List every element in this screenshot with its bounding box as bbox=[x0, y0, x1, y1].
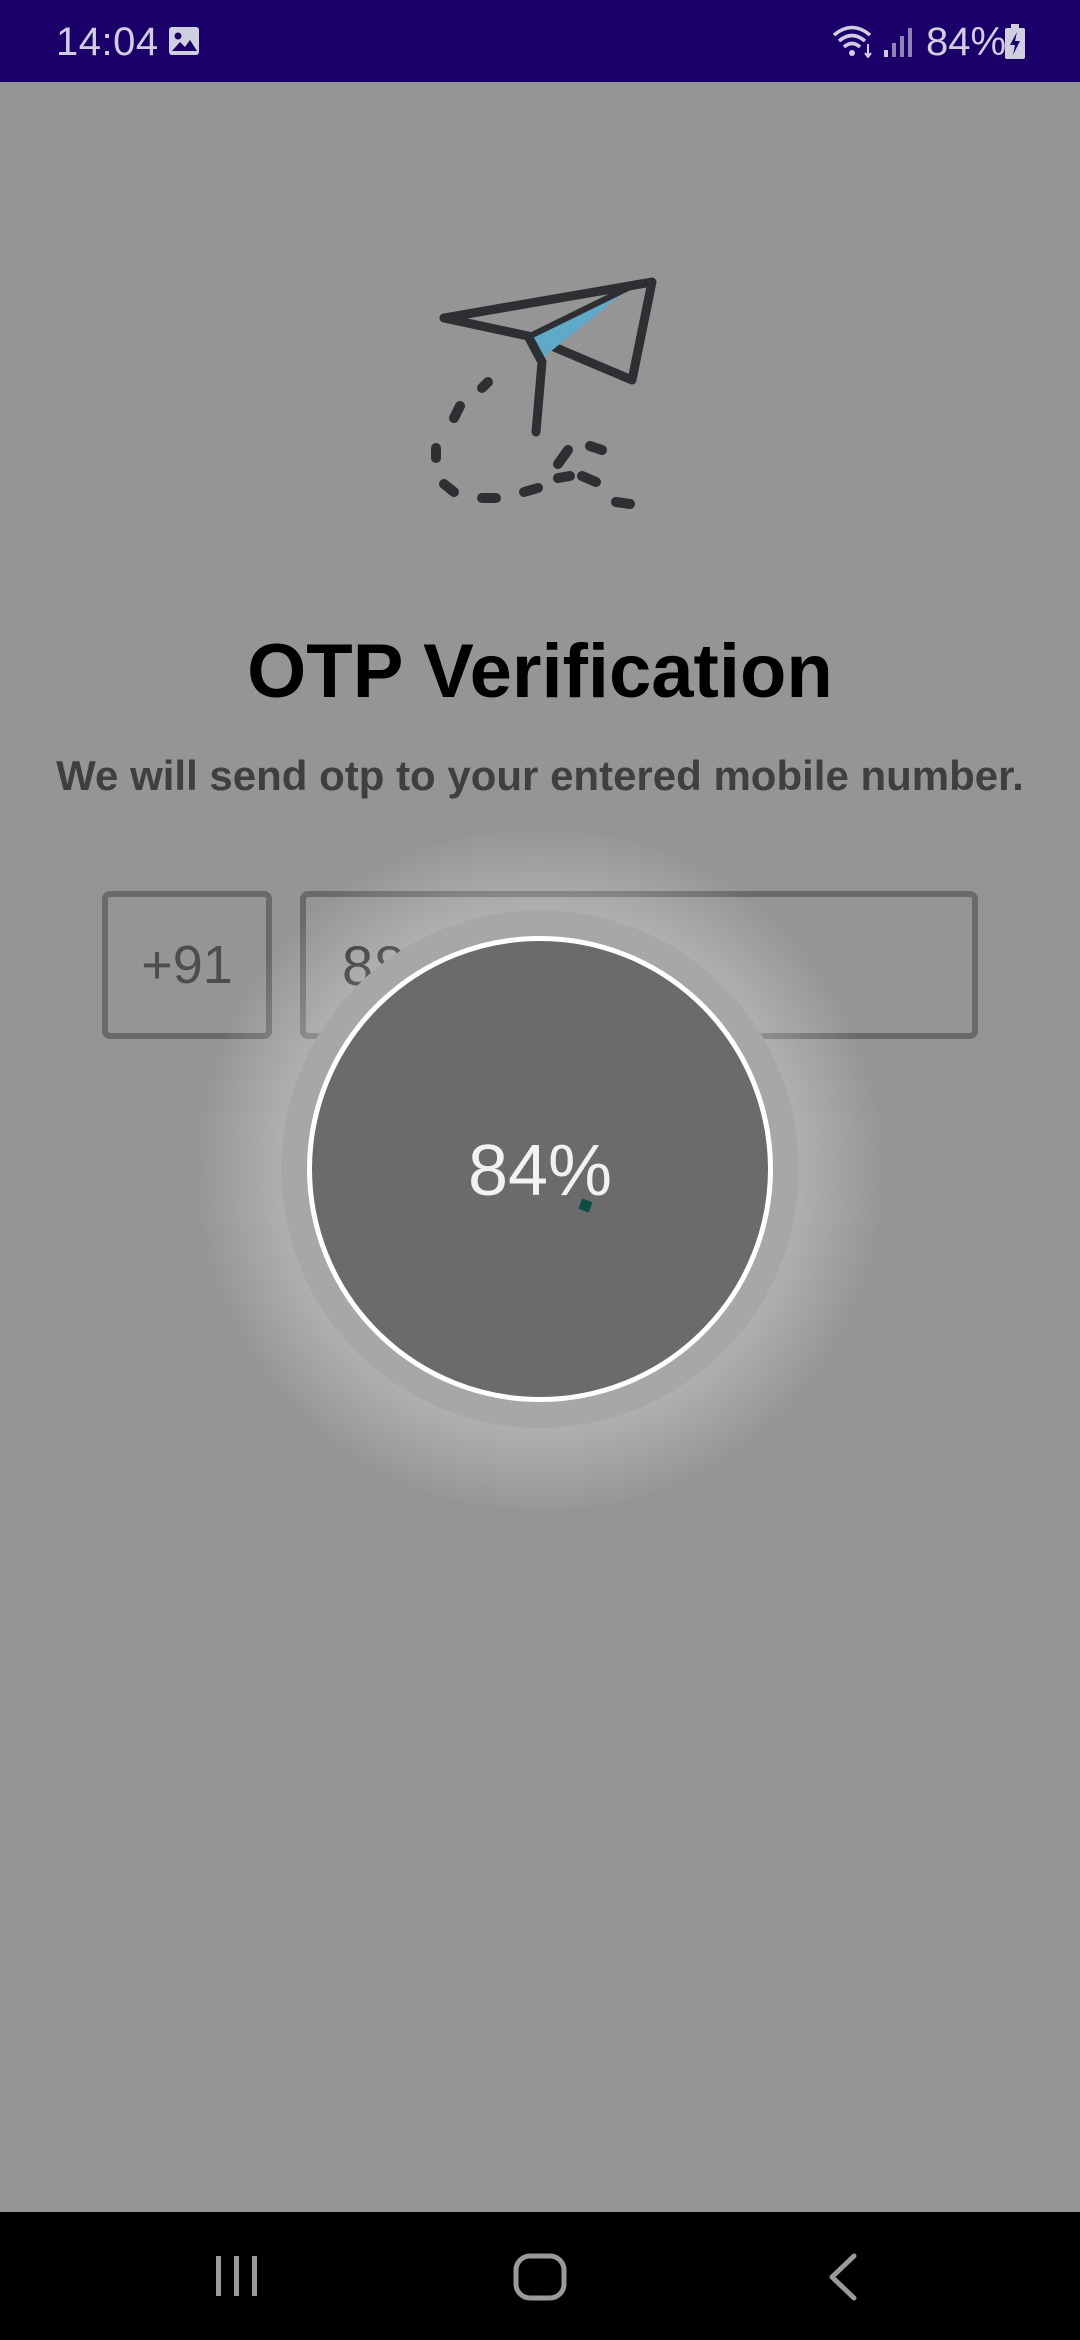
recents-icon[interactable] bbox=[212, 2254, 262, 2298]
progress-percent-label: 84% bbox=[467, 1131, 613, 1211]
status-time: 14:04 bbox=[56, 20, 159, 64]
page-subtitle: We will send otp to your entered mobile … bbox=[56, 752, 1024, 799]
back-icon[interactable] bbox=[824, 2252, 860, 2302]
wifi-icon bbox=[832, 25, 872, 58]
page-title: OTP Verification bbox=[247, 629, 833, 714]
status-bar: 14:04 84% bbox=[0, 0, 1080, 82]
battery-charging-icon bbox=[1005, 24, 1025, 59]
paper-plane-icon bbox=[431, 277, 657, 509]
battery-percent: 84% bbox=[926, 20, 1007, 64]
home-icon[interactable] bbox=[512, 2252, 568, 2302]
gallery-icon bbox=[169, 27, 199, 55]
navigation-bar bbox=[0, 2212, 1080, 2340]
signal-icon bbox=[884, 28, 912, 57]
otp-verification-screen: 14:04 84% OTP Verification We will send … bbox=[0, 0, 1080, 2340]
